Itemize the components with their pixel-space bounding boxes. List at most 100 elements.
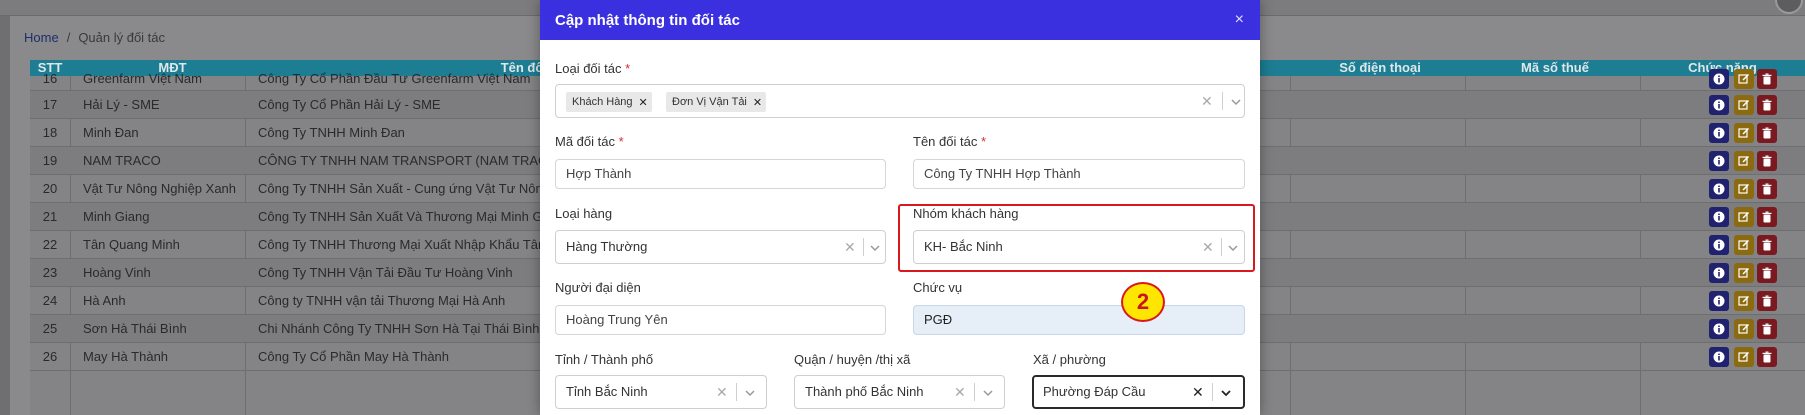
label-loai-hang: Loại hàng xyxy=(555,206,613,221)
info-icon[interactable] xyxy=(1709,95,1729,115)
info-icon[interactable] xyxy=(1709,263,1729,283)
sidebar-rail xyxy=(0,16,10,415)
chevron-down-icon[interactable] xyxy=(744,387,756,399)
user-avatar[interactable] xyxy=(1775,0,1803,14)
clear-icon[interactable]: ✕ xyxy=(844,231,856,263)
info-icon[interactable] xyxy=(1709,291,1729,311)
edit-icon[interactable] xyxy=(1734,123,1754,143)
breadcrumb-separator: / xyxy=(66,30,71,45)
label-xa: Xã / phường xyxy=(1033,352,1106,367)
select-separator xyxy=(974,383,975,401)
breadcrumb-home-link[interactable]: Home xyxy=(24,30,59,45)
edit-icon[interactable] xyxy=(1734,291,1754,311)
info-icon[interactable] xyxy=(1709,179,1729,199)
trash-icon[interactable] xyxy=(1757,123,1777,143)
required-mark: * xyxy=(980,134,987,149)
row-ten-doi-tac: Chi Nhánh Công Ty TNHH Sơn Hà Tại Thái B… xyxy=(258,321,540,336)
loai-doi-tac-multiselect[interactable]: Khách Hàng ✕ Đơn Vị Vận Tải ✕ ✕ xyxy=(555,84,1245,118)
tinh-select[interactable]: Tỉnh Bắc Ninh ✕ xyxy=(555,375,767,409)
row-stt: 25 xyxy=(42,321,58,336)
label-nguoi-dai-dien: Người đại diện xyxy=(555,280,641,295)
edit-icon[interactable] xyxy=(1734,263,1754,283)
trash-icon[interactable] xyxy=(1757,291,1777,311)
trash-icon[interactable] xyxy=(1757,235,1777,255)
row-mdt: NAM TRACO xyxy=(83,153,161,168)
info-icon[interactable] xyxy=(1709,151,1729,171)
edit-icon[interactable] xyxy=(1734,319,1754,339)
edit-icon[interactable] xyxy=(1734,95,1754,115)
chevron-down-icon[interactable] xyxy=(869,242,881,254)
clear-icon[interactable]: ✕ xyxy=(716,376,728,408)
select-separator xyxy=(736,383,737,401)
row-ten-doi-tac: Công Ty Cổ Phần Hải Lý - SME xyxy=(258,97,441,112)
row-mdt: Hoàng Vinh xyxy=(83,265,151,280)
label-text: Loại đối tác xyxy=(555,61,622,76)
chevron-down-icon[interactable] xyxy=(1220,387,1232,399)
ma-doi-tac-input[interactable]: Hợp Thành xyxy=(555,159,886,189)
edit-icon[interactable] xyxy=(1734,207,1754,227)
chevron-down-icon[interactable] xyxy=(982,387,994,399)
close-icon[interactable]: × xyxy=(1235,11,1244,29)
select-value: Phường Đáp Cầu xyxy=(1043,384,1146,399)
row-ten-doi-tac: Công Ty TNHH Sản Xuất - Cung ứng Vật Tư … xyxy=(258,181,563,196)
select-separator xyxy=(1212,383,1213,401)
chip-khach-hang: Khách Hàng ✕ xyxy=(566,92,652,112)
edit-icon[interactable] xyxy=(1734,179,1754,199)
row-mdt: Sơn Hà Thái Bình xyxy=(83,321,187,336)
label-ten-doi-tac: Tên đối tác * xyxy=(913,134,986,149)
chip-label: Khách Hàng xyxy=(572,96,633,108)
info-icon[interactable] xyxy=(1709,235,1729,255)
ten-doi-tac-input[interactable]: Công Ty TNHH Hợp Thành xyxy=(913,159,1245,189)
select-separator xyxy=(1222,92,1223,110)
select-value: Hàng Thường xyxy=(566,239,648,254)
xa-select[interactable]: Phường Đáp Cầu ✕ xyxy=(1032,375,1245,409)
trash-icon[interactable] xyxy=(1757,69,1777,89)
edit-icon[interactable] xyxy=(1734,151,1754,171)
modal-header: Cập nhật thông tin đối tác × xyxy=(540,0,1260,40)
chuc-vu-input[interactable]: PGĐ xyxy=(913,305,1245,335)
breadcrumb-current: Quản lý đối tác xyxy=(78,30,166,45)
row-stt: 18 xyxy=(42,125,58,140)
trash-icon[interactable] xyxy=(1757,207,1777,227)
chip-don-vi-van-tai: Đơn Vị Vận Tải ✕ xyxy=(666,92,767,112)
trash-icon[interactable] xyxy=(1757,95,1777,115)
trash-icon[interactable] xyxy=(1757,151,1777,171)
row-ten-doi-tac: Công ty TNHH vận tải Thương Mại Hà Anh xyxy=(258,293,506,308)
row-mdt: Vật Tư Nông Nghiệp Xanh xyxy=(83,181,237,196)
clear-icon[interactable]: ✕ xyxy=(1192,377,1204,407)
label-tinh: Tỉnh / Thành phố xyxy=(555,352,654,367)
modal-title: Cập nhật thông tin đối tác xyxy=(555,11,740,29)
trash-icon[interactable] xyxy=(1757,263,1777,283)
row-mdt: Hải Lý - SME xyxy=(83,97,160,112)
required-mark: * xyxy=(618,134,624,149)
info-icon[interactable] xyxy=(1709,207,1729,227)
info-icon[interactable] xyxy=(1709,123,1729,143)
quan-select[interactable]: Thành phố Bắc Ninh ✕ xyxy=(794,375,1005,409)
edit-icon[interactable] xyxy=(1734,235,1754,255)
info-icon[interactable] xyxy=(1709,347,1729,367)
chip-remove-icon[interactable]: ✕ xyxy=(753,96,762,109)
select-value: Tỉnh Bắc Ninh xyxy=(566,384,648,399)
label-chuc-vu: Chức vụ xyxy=(913,280,963,295)
info-icon[interactable] xyxy=(1709,69,1729,89)
row-mdt: Greenfarm Việt Nam xyxy=(83,71,202,86)
row-stt: 23 xyxy=(42,265,58,280)
edit-icon[interactable] xyxy=(1734,69,1754,89)
chevron-down-icon[interactable] xyxy=(1230,96,1242,108)
row-mdt: Minh Giang xyxy=(83,209,150,224)
row-stt: 21 xyxy=(42,209,58,224)
trash-icon[interactable] xyxy=(1757,179,1777,199)
clear-icon[interactable]: ✕ xyxy=(954,376,966,408)
row-stt: 16 xyxy=(42,71,58,86)
row-ten-doi-tac: Công Ty TNHH Minh Đan xyxy=(258,125,405,140)
info-icon[interactable] xyxy=(1709,319,1729,339)
loai-hang-select[interactable]: Hàng Thường ✕ xyxy=(555,230,886,264)
clear-icon[interactable]: ✕ xyxy=(1201,85,1213,117)
chip-remove-icon[interactable]: ✕ xyxy=(639,96,648,109)
trash-icon[interactable] xyxy=(1757,347,1777,367)
row-stt: 19 xyxy=(42,153,58,168)
label-ma-doi-tac: Mã đối tác * xyxy=(555,134,624,149)
nguoi-dai-dien-input[interactable]: Hoàng Trung Yên xyxy=(555,305,886,335)
edit-icon[interactable] xyxy=(1734,347,1754,367)
trash-icon[interactable] xyxy=(1757,319,1777,339)
